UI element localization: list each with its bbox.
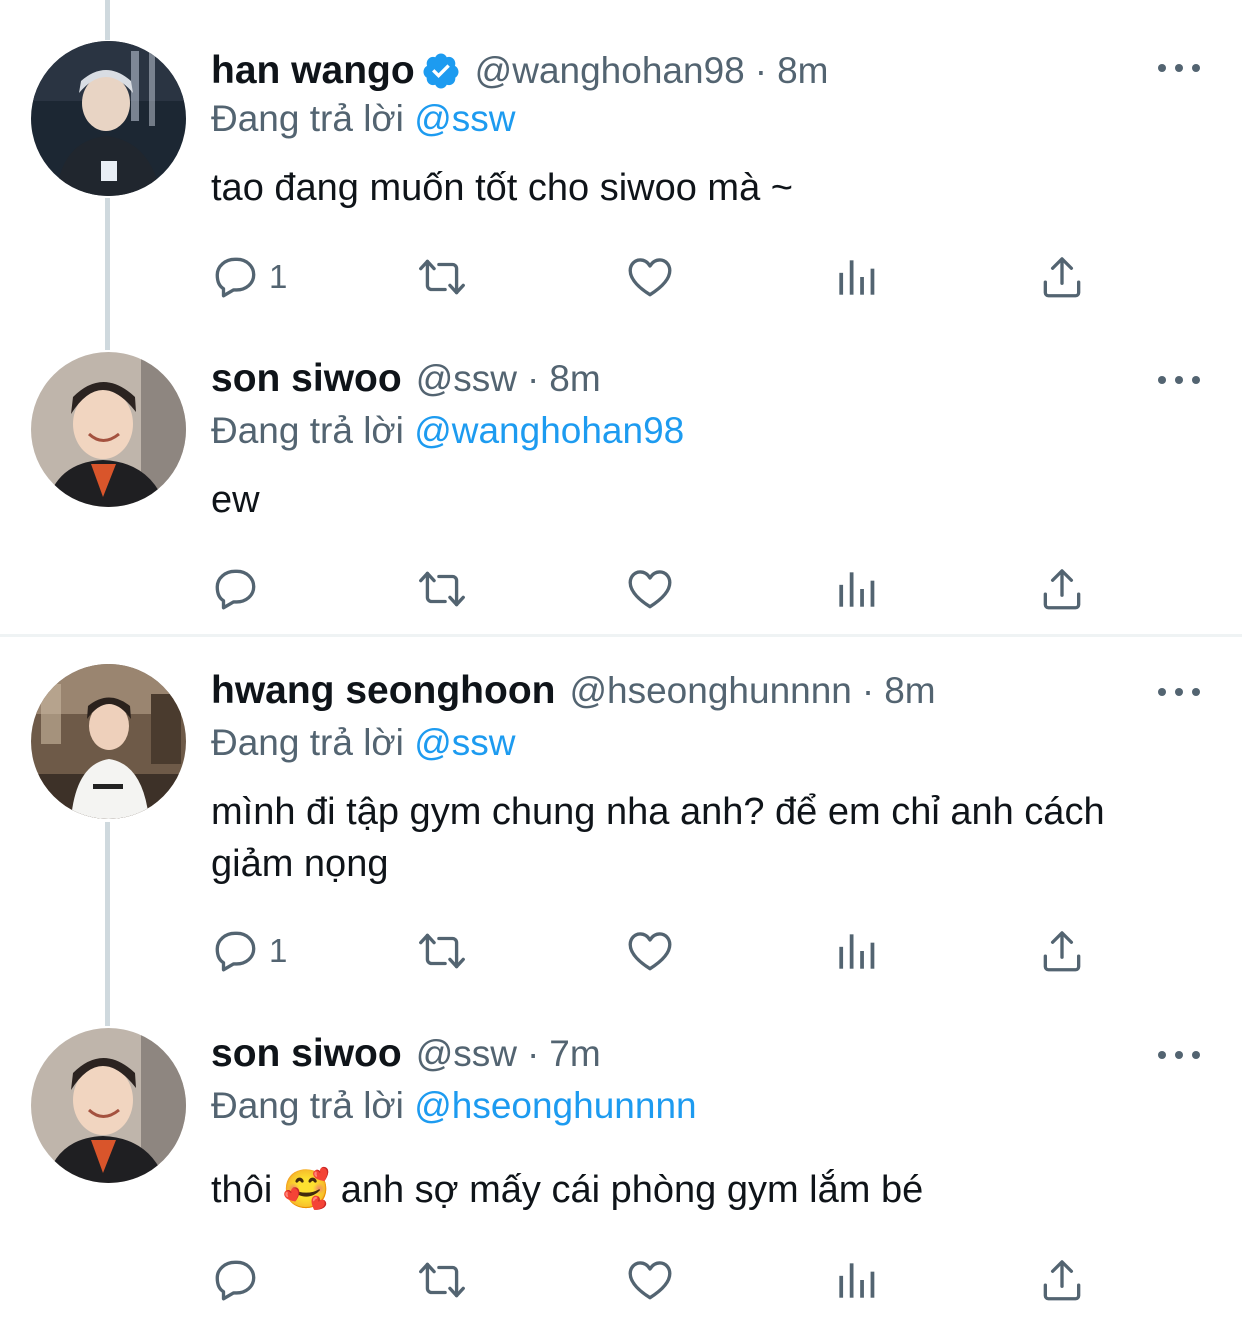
replying-prefix: Đang trả lời	[211, 1085, 404, 1126]
retweet-button[interactable]	[417, 252, 467, 302]
tweet-text: mình đi tập gym chung nha anh? để em chỉ…	[211, 791, 1105, 885]
like-button[interactable]	[625, 252, 675, 302]
reply-icon	[215, 1260, 256, 1301]
replying-to: Đang trả lời @ssw	[211, 722, 515, 766]
share-icon	[1043, 257, 1081, 298]
avatar[interactable]	[31, 352, 186, 507]
more-icon[interactable]	[1158, 682, 1200, 702]
like-button[interactable]	[625, 926, 675, 976]
retweet-icon	[419, 933, 465, 969]
views-button[interactable]	[831, 1255, 881, 1305]
action-bar: 1	[211, 926, 1091, 976]
reply-button[interactable]	[211, 1255, 269, 1305]
avatar[interactable]	[31, 664, 186, 819]
user-handle[interactable]: @hseonghunnnn	[569, 670, 851, 712]
views-button[interactable]	[831, 252, 881, 302]
separator-dot: ·	[526, 1033, 540, 1074]
replying-mention[interactable]: @ssw	[414, 722, 515, 763]
replying-to: Đang trả lời @ssw	[211, 98, 515, 142]
avatar[interactable]	[31, 1028, 186, 1183]
action-bar	[211, 564, 1091, 614]
retweet-icon	[419, 571, 465, 607]
display-name[interactable]: son siwoo	[211, 357, 402, 401]
retweet-button[interactable]	[417, 564, 467, 614]
replying-mention[interactable]: @wanghohan98	[414, 410, 684, 451]
views-icon	[839, 1263, 875, 1298]
heart-icon	[628, 1261, 672, 1300]
user-handle[interactable]: @ssw	[416, 1033, 517, 1075]
views-button[interactable]	[831, 926, 881, 976]
heart-icon	[628, 932, 672, 971]
tweet-header: son siwoo @ssw · 8m	[211, 354, 601, 404]
heart-icon	[628, 570, 672, 609]
views-icon	[839, 934, 875, 969]
reply-icon	[215, 931, 256, 972]
tweet-text: thôi 🥰 anh sợ mấy cái phòng gym lắm bé	[211, 1169, 924, 1211]
share-icon	[1043, 569, 1081, 610]
reply-button[interactable]: 1	[211, 252, 287, 302]
thread-divider	[0, 634, 1242, 637]
avatar-image	[31, 1028, 186, 1183]
share-button[interactable]	[1037, 564, 1087, 614]
share-icon	[1043, 931, 1081, 972]
user-handle[interactable]: @wanghohan98	[475, 50, 745, 92]
timestamp[interactable]: 8m	[777, 50, 828, 92]
reply-icon	[215, 569, 256, 610]
heart-icon	[628, 258, 672, 297]
verified-badge-icon[interactable]	[421, 51, 461, 91]
share-button[interactable]	[1037, 1255, 1087, 1305]
tweet-text: ew	[211, 479, 260, 521]
user-handle[interactable]: @ssw	[416, 358, 517, 400]
views-button[interactable]	[831, 564, 881, 614]
timestamp[interactable]: 8m	[549, 358, 600, 400]
retweet-icon	[419, 259, 465, 295]
replying-mention[interactable]: @ssw	[414, 98, 515, 139]
retweet-button[interactable]	[417, 926, 467, 976]
avatar-image	[31, 41, 186, 196]
replying-to: Đang trả lời @wanghohan98	[211, 410, 684, 454]
reply-count: 1	[269, 932, 288, 969]
tweet[interactable]: han wango @wanghohan98 · 8m Đang trả lời…	[0, 0, 1242, 320]
timestamp[interactable]: 7m	[549, 1033, 600, 1075]
replying-to: Đang trả lời @hseonghunnnn	[211, 1085, 697, 1129]
retweet-icon	[419, 1262, 465, 1298]
reply-button[interactable]: 1	[211, 926, 287, 976]
avatar-image	[31, 352, 186, 507]
avatar-image	[31, 664, 186, 819]
replying-mention[interactable]: @hseonghunnnn	[414, 1085, 696, 1126]
separator-dot: ·	[754, 50, 768, 91]
display-name[interactable]: son siwoo	[211, 1032, 402, 1076]
thread-line	[105, 822, 110, 1026]
share-button[interactable]	[1037, 926, 1087, 976]
tweet-header: hwang seonghoon @hseonghunnnn · 8m	[211, 666, 936, 716]
views-icon	[839, 260, 875, 295]
separator-dot: ·	[861, 670, 875, 711]
reply-count: 1	[269, 258, 288, 295]
more-icon[interactable]	[1158, 58, 1200, 78]
reply-button[interactable]	[211, 564, 269, 614]
reply-icon	[215, 257, 256, 298]
action-bar: 1	[211, 252, 1091, 302]
display-name[interactable]: hwang seonghoon	[211, 669, 555, 713]
replying-prefix: Đang trả lời	[211, 722, 404, 763]
more-icon[interactable]	[1158, 1045, 1200, 1065]
avatar[interactable]	[31, 41, 186, 196]
retweet-button[interactable]	[417, 1255, 467, 1305]
timestamp[interactable]: 8m	[884, 670, 935, 712]
separator-dot: ·	[526, 358, 540, 399]
like-button[interactable]	[625, 1255, 675, 1305]
replying-prefix: Đang trả lời	[211, 98, 404, 139]
replying-prefix: Đang trả lời	[211, 410, 404, 451]
share-icon	[1043, 1260, 1081, 1301]
tweet-header: son siwoo @ssw · 7m	[211, 1029, 601, 1079]
display-name[interactable]: han wango	[211, 49, 415, 93]
more-icon[interactable]	[1158, 370, 1200, 390]
tweet-header: han wango @wanghohan98 · 8m	[211, 46, 828, 96]
share-button[interactable]	[1037, 252, 1087, 302]
like-button[interactable]	[625, 564, 675, 614]
tweet-text: tao đang muốn tốt cho siwoo mà ~	[211, 167, 793, 209]
views-icon	[839, 572, 875, 607]
action-bar	[211, 1255, 1091, 1305]
